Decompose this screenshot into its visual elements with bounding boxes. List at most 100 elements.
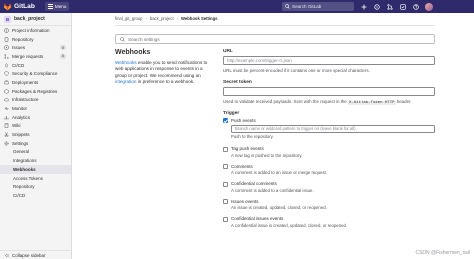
settings-search-input[interactable]: Search settings bbox=[115, 34, 435, 44]
settings-search-placeholder: Search settings bbox=[128, 36, 160, 42]
branch-filter-input[interactable]: Branch name or wildcard pattern to trigg… bbox=[231, 124, 435, 133]
global-search-input[interactable]: Search GitLab bbox=[282, 2, 354, 11]
issues-icon bbox=[373, 3, 380, 10]
issues-count-badge: 0 bbox=[59, 45, 66, 50]
sidebar-subitem-label: Integrations bbox=[13, 158, 37, 164]
sidebar-item-label: Infrastructure bbox=[12, 97, 39, 103]
trigger-description: A confidential issue is created, updated… bbox=[231, 222, 348, 228]
sidebar-item-label: Merge requests bbox=[12, 53, 44, 59]
collapse-sidebar-label: Collapse sidebar bbox=[12, 252, 46, 258]
sidebar-project[interactable]: B back_project bbox=[0, 13, 71, 26]
collapse-sidebar-button[interactable]: Collapse sidebar bbox=[0, 250, 72, 259]
webhooks-intro: Webhooks Webhooks enable you to send not… bbox=[115, 49, 215, 86]
comments-checkbox[interactable] bbox=[223, 164, 228, 169]
sidebar-item-label: Issues bbox=[12, 45, 26, 51]
sidebar-item-monitor[interactable]: Monitor bbox=[0, 104, 71, 113]
trigger-text: Tag push events A new tag is pushed to t… bbox=[231, 146, 302, 158]
merge-requests-count-badge: 0 bbox=[59, 54, 66, 59]
global-search-placeholder: Search GitLab bbox=[292, 4, 322, 9]
sidebar-item-ci-cd[interactable]: CI/CD bbox=[0, 61, 71, 70]
sidebar-item-merge-requests[interactable]: Merge requests 0 bbox=[0, 52, 71, 61]
trigger-tag-push-events: Tag push events A new tag is pushed to t… bbox=[223, 146, 435, 158]
gear-icon bbox=[4, 141, 9, 146]
create-new-button[interactable] bbox=[360, 3, 367, 10]
sidebar-subitem-label: General bbox=[13, 149, 30, 155]
breadcrumb-current[interactable]: Webhook Settings bbox=[181, 16, 217, 21]
rocket-icon bbox=[4, 62, 9, 68]
url-label: URL bbox=[223, 49, 233, 54]
trigger-name: Comments bbox=[231, 163, 253, 169]
trigger-confidential-comments: Confidential comments A comment is added… bbox=[223, 181, 435, 193]
collapse-icon bbox=[5, 253, 9, 257]
confidential-comments-checkbox[interactable] bbox=[223, 181, 228, 187]
sidebar-item-analytics[interactable]: Analytics bbox=[0, 113, 71, 122]
trigger-text: Confidential comments A comment is added… bbox=[231, 181, 314, 193]
header-code: X-Gitlab-Token HTTP bbox=[347, 101, 396, 105]
sidebar-subitem-repository[interactable]: Repository bbox=[0, 182, 71, 191]
sidebar-item-security[interactable]: Security & Compliance bbox=[0, 69, 71, 78]
sidebar-item-wiki[interactable]: Wiki bbox=[0, 122, 71, 131]
sidebar-subitem-general[interactable]: General bbox=[0, 148, 71, 157]
deployments-icon bbox=[4, 80, 9, 85]
divider bbox=[115, 25, 435, 26]
sidebar-item-label: Wiki bbox=[12, 123, 21, 129]
book-icon bbox=[4, 123, 9, 129]
sidebar-item-issues[interactable]: Issues 0 bbox=[0, 43, 71, 52]
sidebar-subitem-access-tokens[interactable]: Access Tokens bbox=[0, 174, 71, 183]
breadcrumb-group[interactable]: final_git_group bbox=[115, 16, 142, 21]
page-title: Webhooks bbox=[115, 49, 151, 56]
webhooks-description: Webhooks enable you to send notification… bbox=[115, 60, 213, 86]
watermark: CSDN @Fishermen_sail bbox=[415, 250, 470, 256]
issues-events-checkbox[interactable] bbox=[223, 199, 228, 204]
help-button[interactable] bbox=[412, 3, 419, 10]
trigger-text: Comments A comment is added to an issue … bbox=[231, 164, 327, 176]
trigger-name: Push events bbox=[231, 117, 256, 123]
snippet-icon bbox=[4, 132, 9, 137]
sidebar-item-packages[interactable]: Packages & Registries bbox=[0, 87, 71, 96]
sidebar-subitem-label: CI/CD bbox=[13, 192, 26, 198]
todos-button[interactable] bbox=[399, 3, 406, 10]
sidebar-subitem-webhooks[interactable]: Webhooks bbox=[0, 165, 71, 174]
secret-token-help-text: Used to validate received payloads. Sent… bbox=[223, 99, 348, 104]
secret-token-input[interactable] bbox=[223, 87, 435, 96]
chart-icon bbox=[4, 115, 9, 120]
trigger-name: Confidential issues events bbox=[231, 216, 284, 221]
sidebar-item-project-information[interactable]: Project information bbox=[0, 26, 71, 35]
trigger-label: Trigger bbox=[223, 111, 240, 116]
integration-link[interactable]: integration bbox=[115, 79, 136, 84]
search-icon bbox=[285, 4, 290, 9]
issues-button[interactable] bbox=[373, 3, 380, 10]
sidebar-item-settings[interactable]: Settings bbox=[0, 139, 71, 148]
trigger-description: An issue is created, updated, closed, or… bbox=[231, 205, 327, 210]
confidential-issues-events-checkbox[interactable] bbox=[223, 216, 228, 222]
gitlab-home-link[interactable]: GitLab bbox=[3, 0, 35, 13]
project-avatar: B bbox=[4, 15, 11, 23]
menu-button[interactable]: Menu bbox=[44, 2, 70, 11]
sidebar-item-label: Monitor bbox=[12, 106, 28, 112]
sidebar-subitem-integrations[interactable]: Integrations bbox=[0, 156, 71, 165]
trigger-description: Push to the repository. bbox=[231, 134, 274, 139]
push-events-checkbox[interactable] bbox=[223, 118, 228, 123]
breadcrumb-project[interactable]: back_project bbox=[150, 16, 174, 21]
breadcrumb-separator-icon: › bbox=[176, 16, 179, 21]
sidebar-item-label: CI/CD bbox=[12, 62, 25, 68]
merge-requests-button[interactable] bbox=[386, 3, 393, 10]
webhooks-docs-link[interactable]: Webhooks bbox=[115, 60, 137, 65]
sidebar-item-repository[interactable]: Repository bbox=[0, 35, 71, 44]
user-avatar[interactable] bbox=[425, 2, 433, 11]
top-navbar: GitLab Menu Search GitLab bbox=[0, 0, 474, 13]
trigger-description: A comment is added to an issue or merge … bbox=[231, 170, 328, 175]
sidebar-subitem-label: Repository bbox=[13, 184, 35, 190]
sidebar-item-infrastructure[interactable]: Infrastructure bbox=[0, 96, 71, 105]
hamburger-icon bbox=[47, 4, 53, 9]
sidebar-subitem-ci-cd[interactable]: CI/CD bbox=[0, 191, 71, 200]
secret-token-help: Used to validate received payloads. Sent… bbox=[223, 99, 435, 105]
shield-icon bbox=[4, 71, 9, 77]
package-icon bbox=[4, 88, 9, 94]
sidebar-item-snippets[interactable]: Snippets bbox=[0, 130, 71, 139]
url-input[interactable]: http://example.com/trigger-ci.json bbox=[223, 56, 435, 65]
trigger-issues-events: Issues events An issue is created, updat… bbox=[223, 198, 435, 210]
trigger-name: Issues events bbox=[231, 198, 259, 204]
tag-push-events-checkbox[interactable] bbox=[223, 146, 228, 152]
sidebar-item-deployments[interactable]: Deployments bbox=[0, 78, 71, 87]
